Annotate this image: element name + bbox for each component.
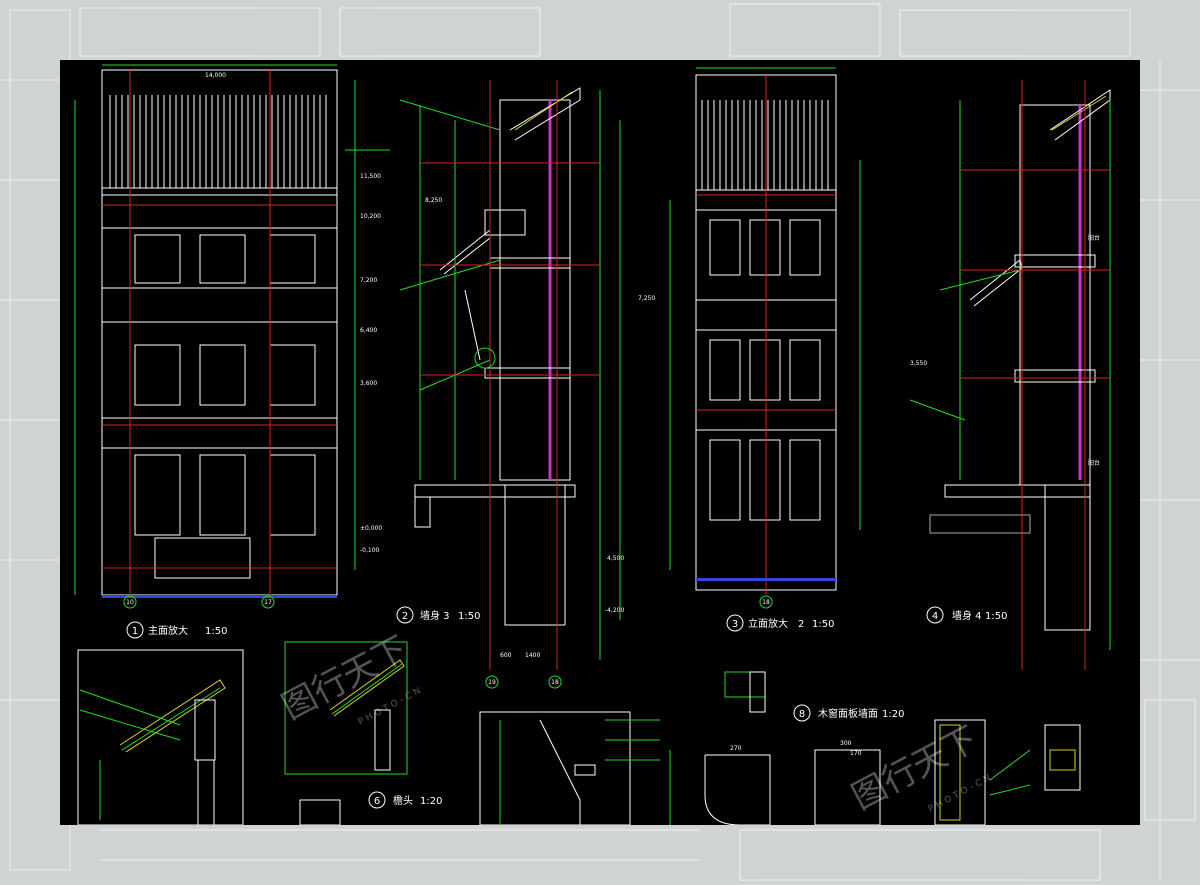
svg-text:主面放大: 主面放大 (148, 624, 188, 637)
svg-text:立面放大: 立面放大 (748, 617, 788, 630)
svg-text:1:50: 1:50 (812, 619, 834, 630)
dim-label: 14,000 (205, 72, 226, 79)
svg-text:1:50: 1:50 (458, 611, 480, 622)
dim-label: ±0,000 (360, 525, 382, 532)
dim-label: -4,200 (605, 607, 625, 614)
balcony-label: 阳台 (1088, 234, 1100, 242)
dim-label: 170 (850, 750, 862, 757)
watermark: 图行天下 PHOTO-CN (845, 719, 995, 818)
svg-text:3: 3 (732, 619, 738, 630)
dim-label: 600 (500, 652, 512, 659)
dim-label: 8,250 (425, 197, 442, 204)
dim-label: 11,500 (360, 173, 381, 180)
svg-text:17: 17 (264, 599, 272, 606)
svg-text:2: 2 (798, 619, 804, 630)
dim-label: 3,600 (360, 380, 377, 387)
svg-text:图行天下: 图行天下 (845, 719, 984, 818)
watermark: 图行天下 PHOTO-CN (275, 629, 425, 728)
axis-bubble-19: 19 (485, 675, 499, 689)
svg-text:1:50: 1:50 (985, 611, 1007, 622)
axis-bubble-18: 18 (759, 595, 773, 609)
svg-text:墙身 4: 墙身 4 (952, 609, 982, 622)
svg-text:2: 2 (402, 611, 408, 622)
svg-text:1:50: 1:50 (205, 626, 227, 637)
svg-text:檐头: 檐头 (393, 794, 413, 807)
svg-text:墙身 3: 墙身 3 (420, 609, 450, 622)
svg-text:6: 6 (374, 796, 380, 807)
balcony-label: 阳台 (1088, 459, 1100, 467)
svg-text:1:20: 1:20 (882, 709, 904, 720)
dim-label: 7,200 (360, 277, 377, 284)
svg-text:PHOTO-CN: PHOTO-CN (357, 685, 426, 728)
svg-text:木窗面板墙面: 木窗面板墙面 (818, 707, 878, 720)
svg-text:1:20: 1:20 (420, 796, 442, 807)
svg-text:图行天下: 图行天下 (275, 629, 414, 728)
dim-label: 6,400 (360, 327, 377, 334)
detail-eave-left (77, 649, 244, 825)
dim-label: 10,200 (360, 213, 381, 220)
dim-label: -0,100 (360, 547, 380, 554)
dim-label: 1400 (525, 652, 540, 659)
view-title-6: 6 檐头 1:20 (368, 791, 442, 809)
detail-window-seat (479, 711, 660, 825)
axis-bubble-18b: 18 (548, 675, 562, 689)
dim-label: 300 (840, 740, 852, 747)
wall-section-3 (345, 80, 621, 670)
view-title-8: 8 木窗面板墙面 1:20 (793, 704, 904, 722)
view-title-1: 1 主面放大 1:50 (126, 621, 227, 639)
dim-label: 4,500 (607, 555, 624, 562)
svg-text:10: 10 (126, 599, 134, 606)
svg-text:19: 19 (488, 679, 496, 686)
elevation-2 (669, 67, 861, 595)
dim-label: 270 (730, 745, 742, 752)
svg-text:1: 1 (132, 626, 138, 637)
elevation-1 (74, 64, 356, 598)
svg-text:18: 18 (762, 599, 770, 606)
view-title-3: 3 立面放大 2 1:50 (726, 614, 834, 632)
svg-text:4: 4 (932, 611, 938, 622)
svg-text:18: 18 (551, 679, 559, 686)
drawing-sheet: 1 主面放大 1:50 2 墙身 3 1:50 3 立面放大 2 1:50 4 … (60, 60, 1140, 825)
svg-text:8: 8 (799, 709, 805, 720)
dim-label: 7,250 (638, 295, 655, 302)
view-title-2: 2 墙身 3 1:50 (396, 606, 480, 624)
wall-section-4 (909, 80, 1111, 670)
dim-label: 3,550 (910, 360, 927, 367)
view-title-4: 4 墙身 4 1:50 (926, 606, 1007, 624)
